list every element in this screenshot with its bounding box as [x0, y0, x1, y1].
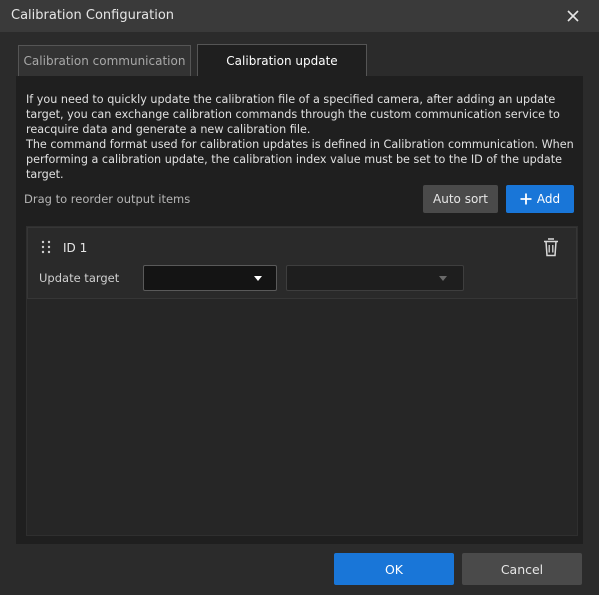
auto-sort-label: Auto sort: [433, 192, 488, 206]
update-target-sub-select[interactable]: [286, 265, 464, 291]
output-items-list: ID 1 Update target: [26, 226, 578, 536]
title-bar: Calibration Configuration: [0, 0, 599, 32]
add-label: Add: [536, 192, 561, 206]
cancel-button[interactable]: Cancel: [462, 553, 582, 585]
description-line-1: If you need to quickly update the calibr…: [26, 93, 560, 136]
add-button[interactable]: Add: [506, 185, 574, 213]
update-target-label: Update target: [39, 271, 120, 285]
close-icon: [567, 10, 579, 22]
calibration-update-panel: If you need to quickly update the calibr…: [16, 76, 583, 544]
plus-icon: [520, 193, 532, 205]
description-line-2: The command format used for calibration …: [26, 138, 574, 181]
ok-label: OK: [384, 561, 404, 577]
trash-icon[interactable]: [542, 237, 560, 257]
item-id: ID 1: [63, 241, 88, 255]
chevron-down-icon: [439, 276, 447, 281]
cancel-label: Cancel: [500, 561, 544, 577]
list-item: ID 1 Update target: [27, 227, 577, 299]
auto-sort-button[interactable]: Auto sort: [423, 185, 498, 213]
chevron-down-icon: [254, 276, 262, 281]
ok-button[interactable]: OK: [334, 553, 454, 585]
update-target-select[interactable]: [143, 265, 277, 291]
drag-handle-icon[interactable]: [41, 240, 51, 254]
tab-calibration-communication[interactable]: Calibration communication: [18, 45, 191, 76]
window-title: Calibration Configuration: [11, 8, 175, 23]
drag-hint-text: Drag to reorder output items: [24, 192, 191, 206]
close-button[interactable]: [560, 4, 586, 28]
description: If you need to quickly update the calibr…: [26, 92, 578, 182]
tab-calibration-update[interactable]: Calibration update: [197, 44, 367, 76]
